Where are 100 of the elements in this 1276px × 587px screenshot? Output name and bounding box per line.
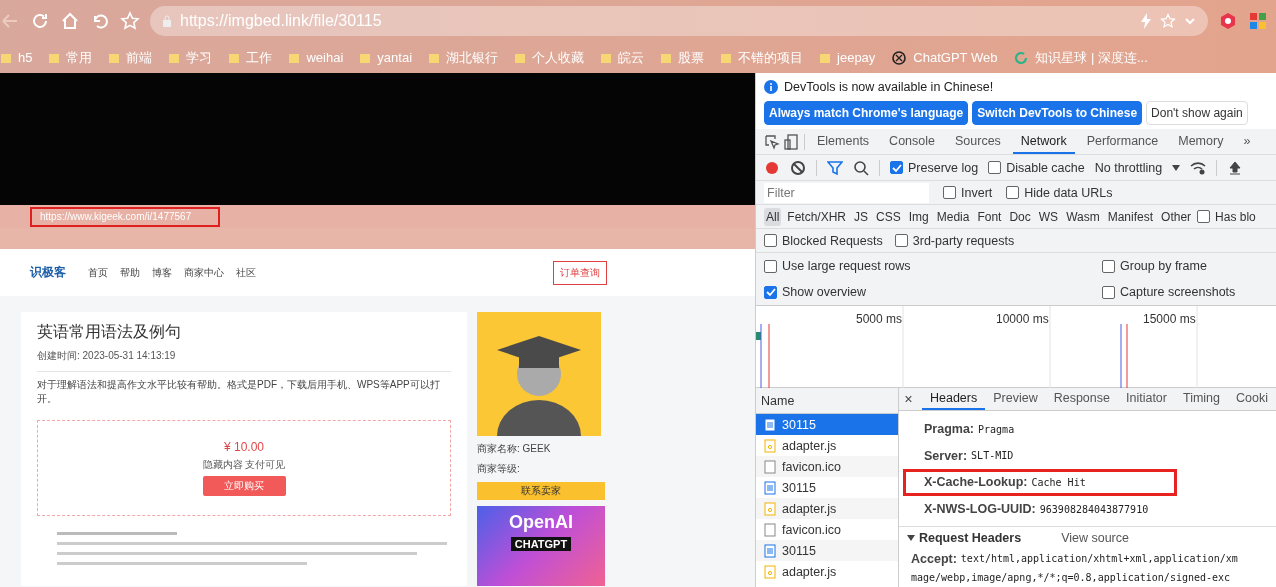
type-filter[interactable]: Wasm: [1064, 207, 1102, 226]
type-filter[interactable]: All: [764, 207, 782, 226]
wifi-settings-icon[interactable]: [1190, 159, 1207, 176]
star-icon[interactable]: [1160, 13, 1176, 29]
request-row[interactable]: 30115: [756, 540, 898, 561]
nav-link[interactable]: 首页: [88, 265, 108, 280]
record-icon[interactable]: [764, 159, 780, 176]
ad-subtitle: CHATGPT: [510, 537, 572, 551]
section-title[interactable]: Request Headers: [907, 531, 1022, 546]
checkbox[interactable]: [894, 234, 908, 247]
checkbox-label: Group by frame: [1120, 259, 1207, 273]
devtools-tab[interactable]: Memory: [1170, 129, 1232, 154]
request-row[interactable]: favicon.ico: [756, 456, 898, 477]
request-row[interactable]: 30115: [756, 414, 898, 435]
notice-button[interactable]: Don't show again: [1146, 101, 1248, 125]
file-icon: [764, 522, 776, 537]
notice-button[interactable]: Switch DevTools to Chinese: [972, 101, 1143, 125]
device-icon[interactable]: [784, 133, 800, 150]
checkbox-label: Has blo: [1215, 209, 1256, 224]
folder-icon: [428, 51, 441, 64]
search-icon[interactable]: [853, 159, 869, 176]
type-filter[interactable]: Doc: [1007, 207, 1033, 226]
devtools-tab[interactable]: Elements: [809, 129, 878, 154]
name-column-header: Name: [756, 388, 898, 414]
close-icon[interactable]: [905, 393, 912, 404]
checkbox[interactable]: [764, 285, 777, 299]
type-filter[interactable]: Img: [906, 207, 931, 226]
throttling-select[interactable]: No throttling: [1094, 160, 1163, 175]
clear-icon[interactable]: [790, 159, 806, 176]
checkbox[interactable]: [988, 161, 1002, 174]
type-filter[interactable]: Font: [975, 207, 1004, 226]
detail-tab[interactable]: Initiator: [1118, 388, 1175, 410]
devtools-tab[interactable]: Sources: [947, 129, 1009, 154]
checkbox[interactable]: [764, 234, 777, 247]
request-row[interactable]: adapter.js: [756, 498, 898, 519]
header-name: Accept:: [911, 551, 957, 566]
checkbox-label: 3rd-party requests: [912, 233, 1015, 248]
highlighted-url: https://www.kigeek.com/i/1477567: [30, 206, 220, 227]
inspect-cursor-icon[interactable]: [764, 133, 780, 150]
detail-tab[interactable]: Cooki: [1228, 388, 1276, 410]
star-icon[interactable]: [120, 11, 140, 31]
extension-icon[interactable]: [1218, 11, 1238, 31]
time-tick-label: 5000 ms: [856, 312, 903, 326]
folder-icon: [359, 51, 372, 64]
time-tick-label: 10000 ms: [996, 312, 1049, 326]
detail-tab[interactable]: Timing: [1175, 388, 1229, 410]
header-name: Server:: [924, 448, 968, 463]
checkbox-label: Use large request rows: [782, 259, 911, 273]
devtools-tab[interactable]: Console: [881, 129, 943, 154]
upload-icon[interactable]: [1227, 159, 1244, 176]
nav-link[interactable]: 商家中心: [184, 265, 224, 280]
contact-seller-button[interactable]: 联系卖家: [477, 482, 605, 500]
seller-level: 商家等级:: [477, 462, 521, 476]
time-tick-label: 15000 ms: [1143, 312, 1196, 326]
filter-input[interactable]: Filter: [764, 182, 929, 203]
script-file-icon: [764, 564, 776, 579]
document-icon: [764, 480, 776, 495]
nav-link[interactable]: 社区: [236, 265, 256, 280]
checkbox[interactable]: [1197, 210, 1211, 223]
folder-icon: [0, 51, 12, 64]
checkbox-label: Capture screenshots: [1120, 285, 1236, 299]
checkbox[interactable]: [1102, 285, 1115, 299]
nav-link[interactable]: 帮助: [120, 265, 140, 280]
view-source-link[interactable]: View source: [1061, 531, 1129, 546]
type-filter[interactable]: Fetch/XHR: [785, 207, 849, 226]
header-value: Cache Hit: [1031, 476, 1086, 488]
product-description: 对于理解语法和提高作文水平比较有帮助。格式是PDF，下载后用手机、WPS等APP可以打开。: [37, 378, 441, 406]
site-logo[interactable]: 识极客: [30, 264, 66, 281]
grid-extension-icon[interactable]: [1248, 11, 1268, 31]
filter-icon[interactable]: [827, 159, 843, 176]
checkbox-label: Invert: [961, 185, 993, 200]
hidden-content-note: 隐藏内容 支付可见: [202, 458, 286, 472]
checkbox[interactable]: [1102, 259, 1115, 273]
detail-tab[interactable]: Response: [1045, 388, 1118, 410]
detail-tab[interactable]: Headers: [921, 388, 986, 410]
type-filter[interactable]: Media: [934, 207, 972, 226]
triangle-icon: [907, 534, 915, 543]
type-filter[interactable]: Other: [1159, 207, 1194, 226]
checkbox[interactable]: [1006, 186, 1020, 199]
nav-link[interactable]: 博客: [152, 265, 172, 280]
order-query-button[interactable]: 订单查询: [553, 260, 607, 285]
type-filter[interactable]: Manifest: [1105, 207, 1156, 226]
header-name: Pragma:: [924, 422, 975, 437]
type-filter[interactable]: JS: [852, 207, 871, 226]
detail-tab[interactable]: Preview: [985, 388, 1046, 410]
checkbox[interactable]: [943, 186, 956, 199]
checkbox[interactable]: [764, 259, 777, 273]
type-filter[interactable]: WS: [1036, 207, 1061, 226]
notice-button[interactable]: Always match Chrome's language: [764, 101, 969, 125]
ring-icon: [1013, 49, 1030, 66]
checkbox-label: Blocked Requests: [782, 233, 883, 248]
header-value: text/html,application/xhtml+xml,application/xm: [960, 553, 1238, 565]
checkbox[interactable]: [890, 161, 903, 174]
more-tabs-button[interactable]: »: [1235, 129, 1259, 154]
ad-banner[interactable]: OpenAI CHATGPT: [477, 506, 605, 586]
product-title: 英语常用语法及例句: [37, 322, 182, 342]
header-value: Pragma: [978, 423, 1015, 435]
type-filter[interactable]: CSS: [874, 207, 903, 226]
devtools-tab[interactable]: Performance: [1078, 129, 1167, 154]
checkbox-label: Show overview: [782, 285, 867, 299]
